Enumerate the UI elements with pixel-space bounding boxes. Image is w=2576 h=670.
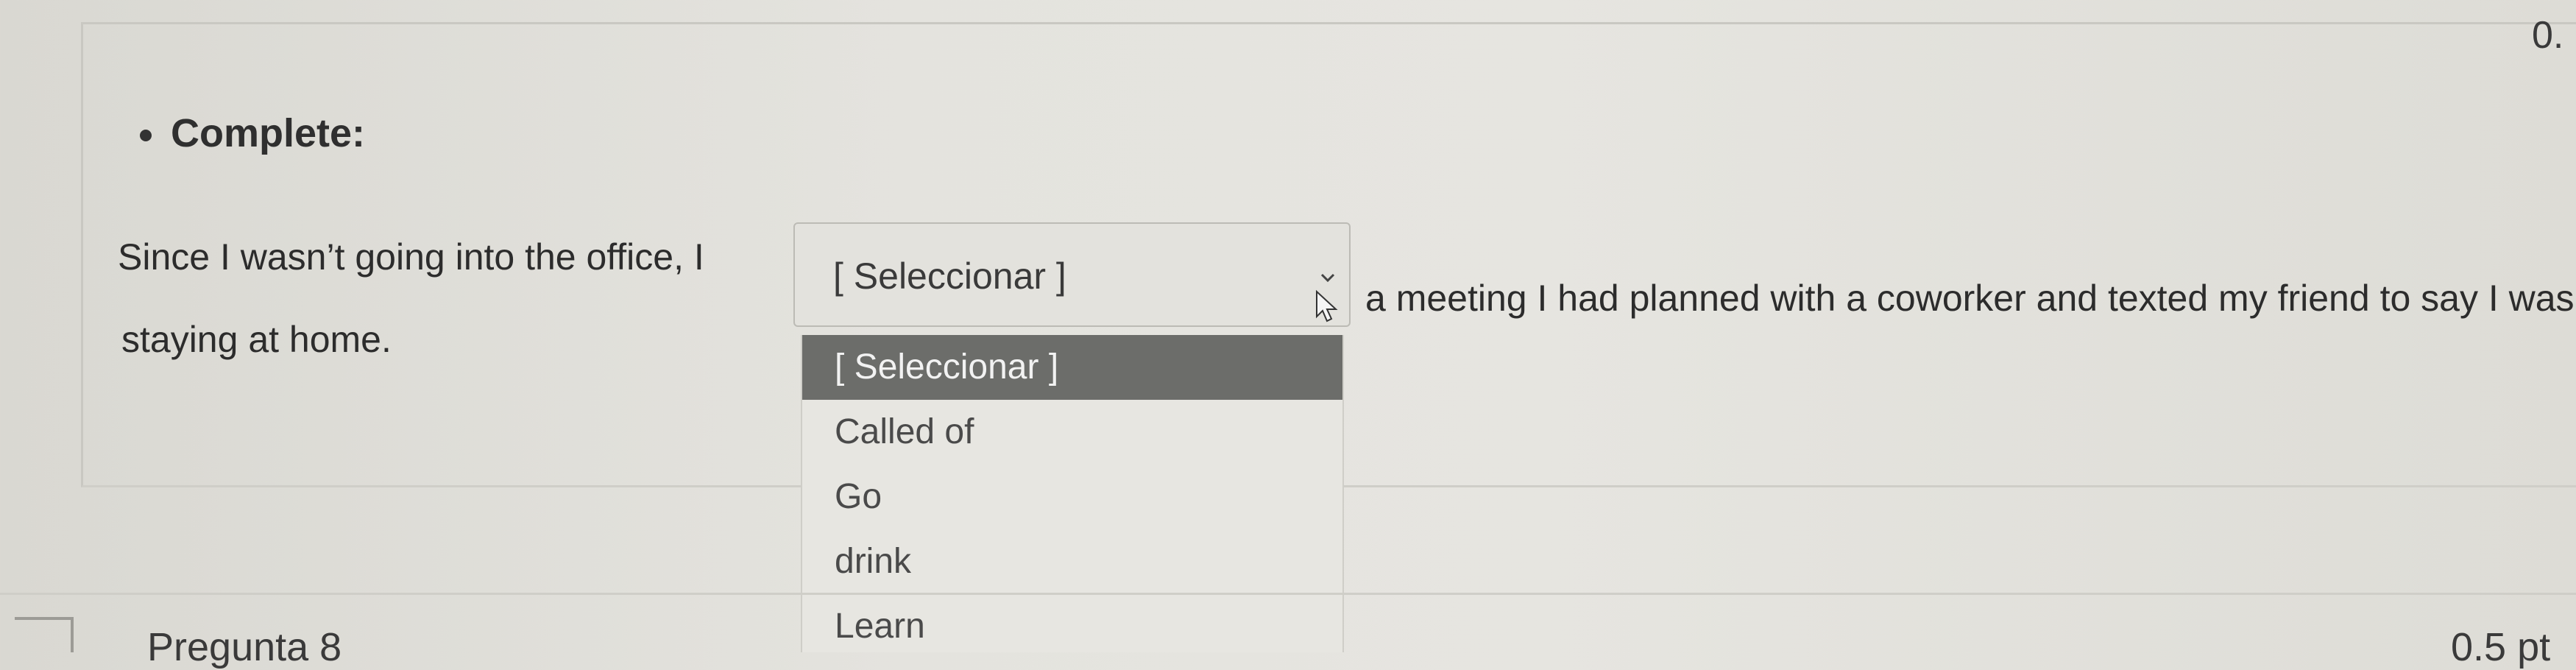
question-points: 0.	[2532, 14, 2564, 57]
next-question-points: 0.5 pt	[2451, 625, 2551, 669]
dropdown-list: [ Seleccionar ] Called of Go drink Learn	[801, 335, 1344, 652]
answer-select[interactable]: [ Seleccionar ]	[793, 222, 1351, 327]
flag-question-icon[interactable]	[15, 617, 74, 652]
dropdown-option-seleccionar[interactable]: [ Seleccionar ]	[802, 335, 1342, 400]
chevron-down-icon	[1320, 273, 1335, 283]
dropdown-option-learn[interactable]: Learn	[802, 594, 1342, 659]
sentence-line2: staying at home.	[121, 319, 392, 360]
dropdown-option-go[interactable]: Go	[802, 465, 1342, 529]
sentence-rest: a meeting I had planned with a coworker …	[1365, 278, 2575, 319]
next-question-title: Pregunta 8	[147, 625, 342, 669]
bullet-icon	[140, 130, 152, 141]
section-divider	[0, 593, 2576, 595]
sentence-start: Since I wasn’t going into the office, I	[118, 236, 704, 278]
question-heading: Complete:	[171, 111, 366, 155]
select-current-value: [ Seleccionar ]	[833, 255, 1066, 297]
mouse-pointer-icon	[1316, 289, 1338, 322]
dropdown-option-called-of[interactable]: Called of	[802, 400, 1342, 465]
dropdown-option-drink[interactable]: drink	[802, 529, 1342, 594]
